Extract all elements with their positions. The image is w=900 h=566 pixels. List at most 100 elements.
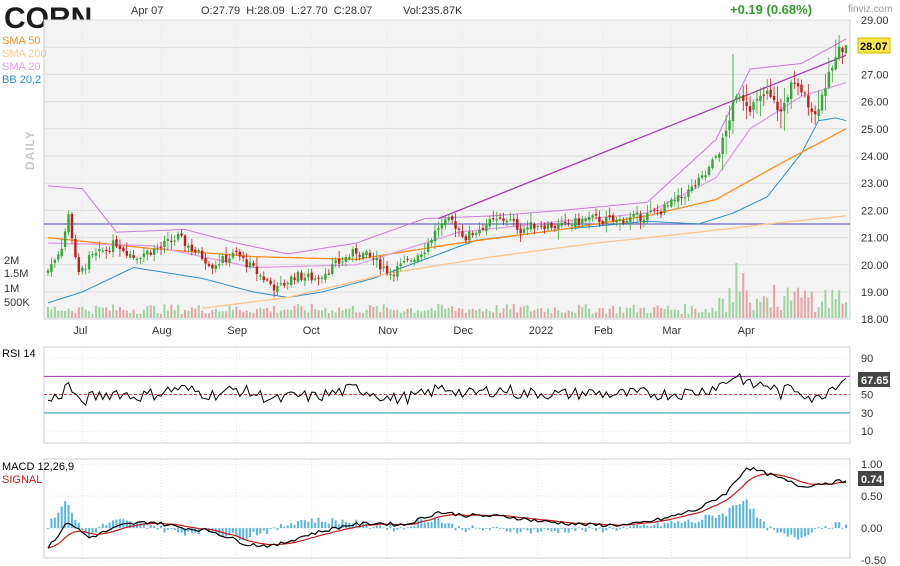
- macd-histogram-bar: [231, 528, 234, 533]
- volume-bar: [779, 310, 782, 318]
- quote-volume: Vol:235.87K: [403, 5, 463, 17]
- macd-histogram-bar: [290, 523, 293, 529]
- candle-body: [146, 250, 149, 255]
- macd-histogram-bar: [618, 528, 621, 530]
- volume-bar: [749, 302, 752, 318]
- volume-bar: [379, 311, 382, 318]
- volume-bar: [577, 304, 580, 318]
- volume-bar: [731, 302, 734, 318]
- price-tick-label: 25.00: [861, 124, 889, 136]
- volume-bar: [273, 305, 276, 318]
- candle-body: [796, 83, 800, 87]
- candle-body: [844, 45, 848, 53]
- candle-body: [468, 231, 471, 241]
- price-change: +0.19 (0.68%): [730, 2, 812, 17]
- month-label: Jul: [73, 325, 87, 337]
- macd-histogram-bar: [403, 528, 406, 530]
- candle-body: [673, 199, 676, 201]
- candle-body: [293, 277, 296, 280]
- macd-histogram-bar: [735, 504, 738, 529]
- candle-body: [437, 228, 440, 231]
- macd-histogram-bar: [101, 523, 104, 529]
- macd-histogram-bar: [577, 527, 580, 529]
- candle-body: [265, 279, 269, 281]
- candle-body: [711, 159, 714, 168]
- candle-body: [94, 252, 98, 256]
- macd-histogram-bar: [649, 526, 652, 529]
- macd-tick-label: -0.50: [861, 555, 886, 566]
- volume-bar: [769, 307, 772, 318]
- macd-histogram-bar: [533, 528, 536, 530]
- macd-histogram-bar: [523, 528, 526, 529]
- candle-body: [63, 231, 67, 247]
- volume-bar: [618, 306, 621, 318]
- macd-histogram-bar: [526, 528, 529, 531]
- volume-bar: [344, 308, 347, 318]
- macd-histogram-bar: [779, 528, 782, 533]
- macd-histogram-bar: [653, 524, 656, 529]
- candle-body: [214, 265, 218, 269]
- macd-histogram-bar: [105, 525, 108, 529]
- candle-body: [406, 259, 409, 261]
- volume-bar: [817, 307, 820, 318]
- candle-body: [680, 197, 683, 199]
- volume-bar: [60, 310, 63, 318]
- candle-body: [159, 246, 163, 248]
- candle-body: [745, 102, 748, 107]
- macd-histogram-bar: [845, 524, 847, 529]
- macd-histogram-bar: [615, 528, 618, 531]
- volume-bar: [139, 313, 142, 318]
- candle-body: [426, 243, 430, 252]
- macd-histogram-bar: [375, 525, 378, 529]
- candle-body: [74, 238, 77, 258]
- candle-body: [207, 263, 211, 266]
- macd-tick-label: 0.00: [861, 523, 882, 535]
- candle-body: [152, 248, 156, 256]
- macd-histogram-bar: [320, 521, 323, 529]
- candle-body: [598, 216, 601, 223]
- macd-histogram-bar: [540, 528, 543, 532]
- volume-bar: [786, 287, 789, 318]
- volume-bar: [475, 310, 478, 318]
- volume-bar: [773, 284, 776, 318]
- macd-histogram-bar: [773, 528, 776, 530]
- volume-bar: [317, 310, 320, 318]
- macd-histogram-bar: [553, 528, 556, 532]
- volume-bar: [259, 307, 262, 318]
- month-label: Aug: [152, 325, 172, 337]
- volume-bar: [512, 304, 515, 318]
- macd-histogram-bar: [797, 528, 800, 540]
- volume-bar: [348, 308, 351, 318]
- candle-body: [649, 210, 652, 212]
- candle-body: [577, 218, 581, 225]
- candle-body: [358, 255, 361, 257]
- macd-histogram-bar: [283, 526, 286, 529]
- volume-bar: [91, 313, 94, 318]
- candle-body: [461, 231, 464, 237]
- candle-body: [759, 96, 762, 101]
- macd-histogram-bar: [783, 528, 786, 534]
- macd-histogram-bar: [471, 525, 474, 529]
- macd-histogram-bar: [509, 528, 512, 532]
- volume-bar: [615, 313, 618, 318]
- macd-histogram-bar: [392, 528, 395, 532]
- macd-histogram-bar: [536, 528, 539, 533]
- volume-bar: [598, 307, 601, 318]
- price-tick-label: 26.00: [861, 97, 889, 109]
- candle-body: [560, 222, 563, 226]
- candle-body: [242, 256, 245, 258]
- macd-histogram-bar: [50, 518, 53, 529]
- volume-bar: [766, 297, 769, 318]
- volume-bar: [183, 309, 186, 318]
- candle-body: [337, 258, 341, 264]
- volume-bar: [519, 307, 522, 318]
- volume-bar: [156, 313, 159, 318]
- candle-body: [307, 273, 310, 278]
- candle-body: [361, 252, 365, 259]
- macd-histogram-bar: [235, 528, 238, 536]
- volume-bar: [653, 307, 656, 318]
- brand-logo[interactable]: finviz.com: [848, 4, 892, 15]
- macd-histogram-bar: [57, 512, 60, 529]
- candle-body: [790, 82, 793, 99]
- volume-bar: [684, 304, 687, 318]
